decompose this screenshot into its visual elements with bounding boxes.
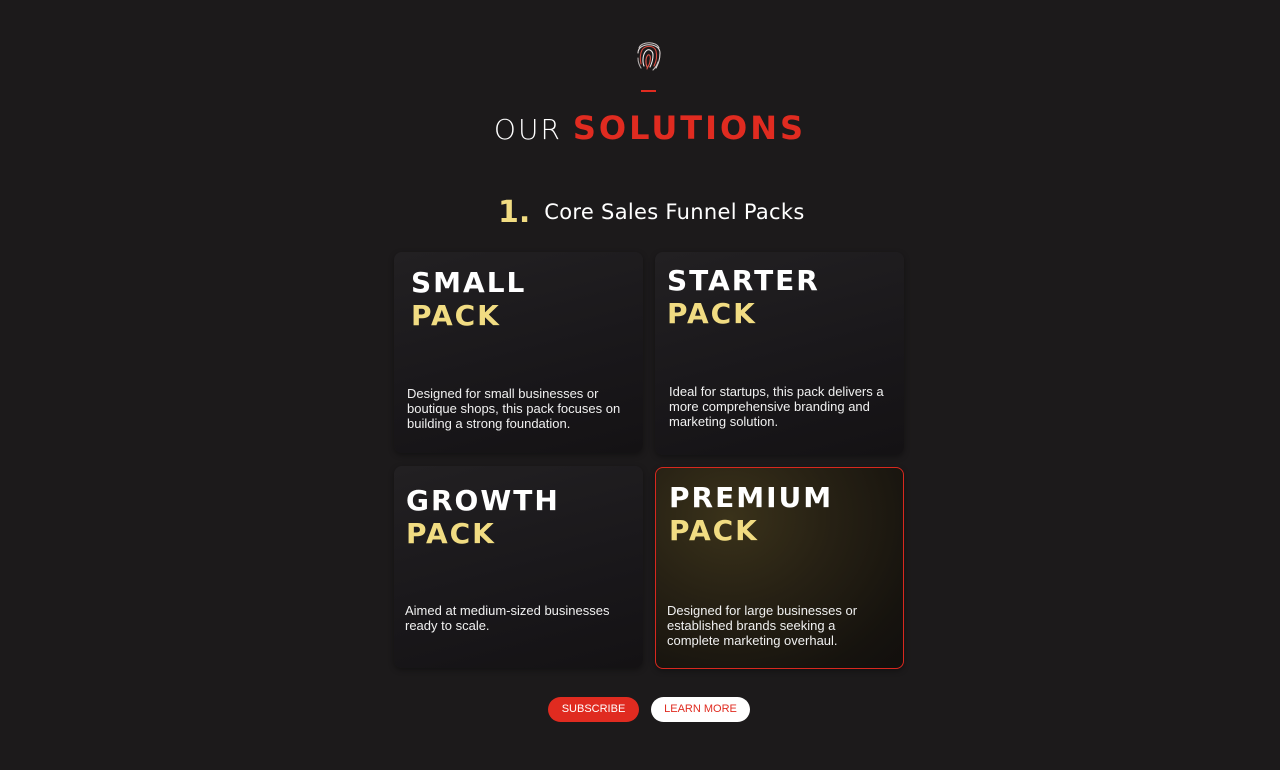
learn-more-button[interactable]: LEARN MORE: [651, 697, 750, 722]
page-title: OUR SOLUTIONS: [0, 108, 1280, 150]
card-title-sub: PACK: [669, 514, 759, 547]
solutions-page: OUR SOLUTIONS 1. Core Sales Funnel Packs…: [0, 0, 1280, 770]
card-title: GROWTH PACK: [406, 484, 560, 550]
card-title-sub: PACK: [406, 517, 496, 550]
card-title: PREMIUM PACK: [669, 481, 833, 547]
card-description: Designed for small businesses or boutiqu…: [407, 386, 621, 431]
card-description: Aimed at medium-sized businesses ready t…: [405, 603, 610, 633]
fingerprint-icon: [637, 42, 661, 71]
card-title: STARTER PACK: [667, 264, 820, 330]
section-title: Core Sales Funnel Packs: [544, 200, 805, 224]
title-light: OUR: [493, 113, 562, 146]
card-starter-pack[interactable]: STARTER PACK Ideal for startups, this pa…: [655, 252, 904, 455]
card-small-pack[interactable]: SMALL PACK Designed for small businesses…: [394, 252, 643, 453]
card-growth-pack[interactable]: GROWTH PACK Aimed at medium-sized busine…: [394, 466, 643, 668]
card-title-main: GROWTH: [406, 484, 560, 517]
card-title-main: PREMIUM: [669, 481, 834, 514]
section-number: 1.: [498, 194, 531, 230]
subscribe-button[interactable]: SUBSCRIBE: [548, 697, 639, 722]
card-title-sub: PACK: [667, 297, 757, 330]
title-bold: SOLUTIONS: [572, 109, 807, 147]
card-description: Designed for large businesses or establi…: [667, 603, 858, 648]
accent-divider: [641, 90, 656, 92]
card-title-main: SMALL: [411, 266, 527, 299]
section-heading: 1. Core Sales Funnel Packs: [498, 192, 805, 232]
card-title-main: STARTER: [667, 264, 820, 297]
card-title-sub: PACK: [411, 299, 501, 332]
card-title: SMALL PACK: [411, 266, 526, 332]
card-description: Ideal for startups, this pack delivers a…: [669, 384, 884, 429]
card-premium-pack[interactable]: PREMIUM PACK Designed for large business…: [655, 467, 904, 669]
